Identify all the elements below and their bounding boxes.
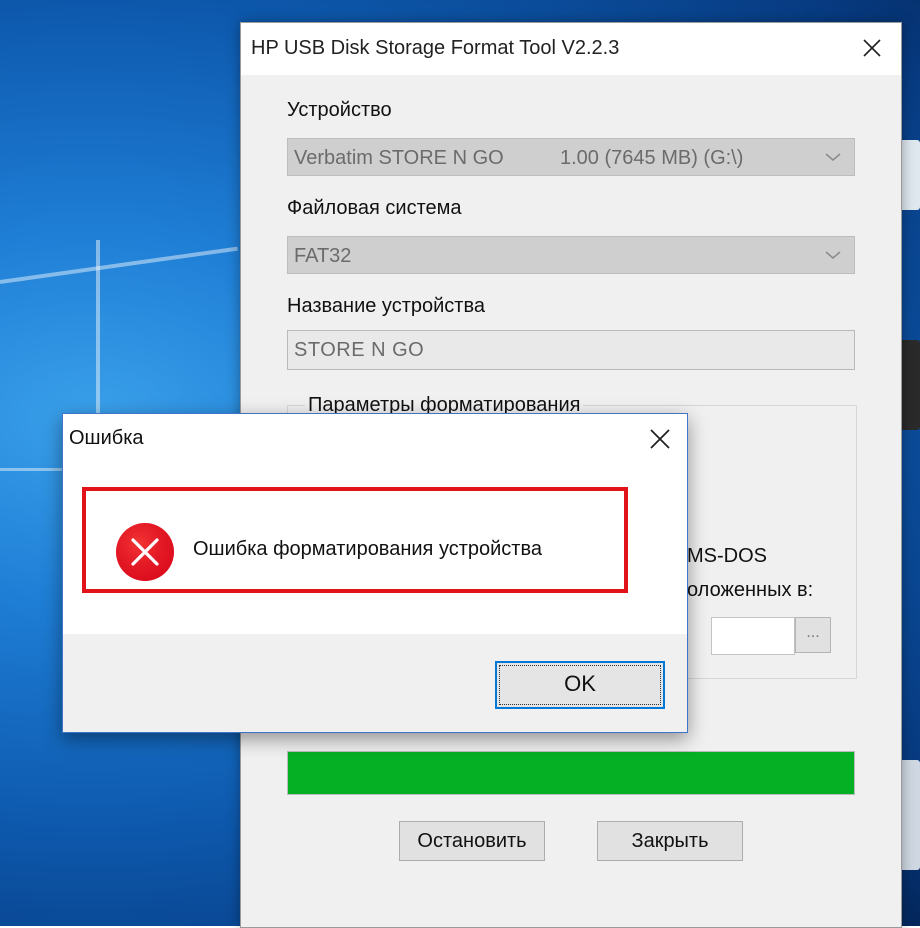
error-message: Ошибка форматирования устройства [193,538,542,560]
filesystem-select[interactable]: FAT32 [287,236,855,274]
volume-label: Название устройства [287,295,485,317]
ok-button[interactable]: OK [495,661,665,709]
close-icon[interactable] [855,33,889,65]
title-bar: HP USB Disk Storage Format Tool V2.2.3 [241,23,901,75]
browse-button[interactable]: ... [795,617,831,653]
light-beam [0,246,238,284]
window-title: HP USB Disk Storage Format Tool V2.2.3 [251,37,620,59]
volume-input[interactable]: STORE N GO [287,330,855,370]
progress-fill [288,752,854,794]
option-msdos[interactable]: MS-DOS [687,545,767,568]
filesystem-value: FAT32 [294,245,352,267]
dialog-title: Ошибка [69,427,144,449]
close-icon[interactable] [647,426,673,452]
filesystem-label: Файловая система [287,197,462,219]
light-beam [96,240,100,440]
device-name: Verbatim STORE N GO [294,147,504,169]
error-icon [116,523,174,581]
device-select[interactable]: Verbatim STORE N GO 1.00 (7645 MB) (G:\) [287,138,855,176]
progress-bar [287,751,855,795]
error-dialog: Ошибка Ошибка форматирования устройства … [62,413,688,733]
device-detail: 1.00 (7645 MB) (G:\) [560,147,744,169]
chevron-down-icon [825,251,841,259]
volume-value: STORE N GO [294,339,425,361]
option-path: оложенных в: [687,579,814,601]
chevron-down-icon [825,153,841,161]
close-button[interactable]: Закрыть [597,821,743,861]
device-label: Устройство [287,99,392,121]
stop-button[interactable]: Остановить [399,821,545,861]
path-input[interactable] [711,617,795,655]
